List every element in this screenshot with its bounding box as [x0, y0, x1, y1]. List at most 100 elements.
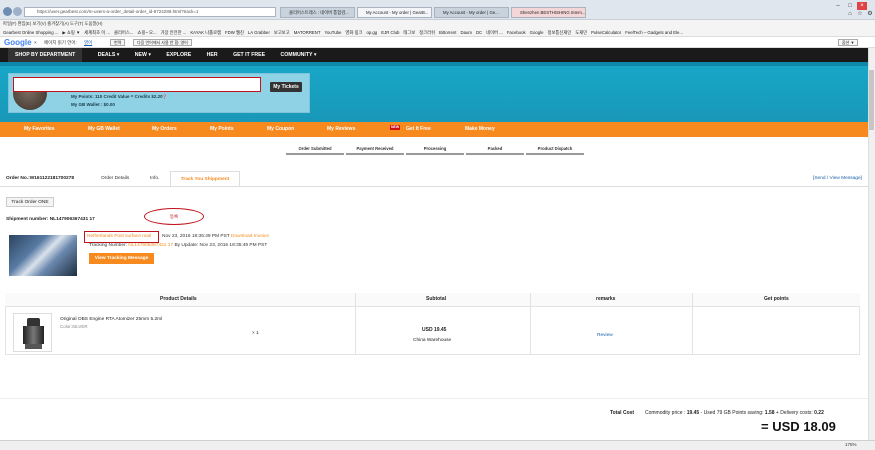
nav-her[interactable]: HER: [207, 52, 218, 58]
menu-bar[interactable]: 파일(F) 편집(E) 보기(V) 즐겨찾기(A) 도구(T) 도움말(H): [0, 20, 875, 28]
translate-close-icon[interactable]: ×: [34, 37, 37, 48]
view-tracking-message-button[interactable]: View Tracking Message: [89, 253, 154, 264]
favorite-item[interactable]: 가장 안전한 ...: [161, 30, 187, 35]
favorite-item[interactable]: LA Grabber: [248, 30, 270, 35]
zoom-level[interactable]: 175%: [845, 442, 857, 447]
settings-gear-icon[interactable]: ⚙: [865, 10, 875, 18]
banner-top-stripe: [0, 62, 875, 66]
shop-by-department-button[interactable]: SHOP BY DEPARTMENT: [8, 48, 83, 62]
favorite-item[interactable]: 네이버 ...: [486, 30, 503, 35]
carrier-link[interactable]: Netherlands Post surface mail: [84, 231, 159, 243]
favorite-item[interactable]: 쇼핑~ 오...: [137, 30, 156, 35]
header-remarks: remarks: [596, 296, 616, 302]
browser-tab-1[interactable]: 클리어스트레스 : 네이버 통합검...: [280, 7, 355, 18]
favorite-item[interactable]: Gearbest Online Shopping ...: [3, 30, 58, 35]
translate-options-button[interactable]: 옵션 ▼: [838, 39, 859, 46]
nav-explore[interactable]: EXPLORE: [166, 52, 191, 58]
favorites-bar[interactable]: Gearbest Online Shopping ... ▶ 쇼핑 ▼ 세계최초 이…: [0, 28, 875, 37]
favorite-item[interactable]: YouTube: [325, 30, 342, 35]
column-divider: [355, 293, 356, 355]
favorite-item[interactable]: FeelTech – Gadgets and Ele...: [625, 30, 683, 35]
tracking-update: By Update: Nov 23, 2016 18:35:49 PM PST: [174, 243, 268, 248]
favorite-item[interactable]: Google: [530, 30, 544, 35]
home-icon[interactable]: ⌂: [845, 10, 855, 18]
step-product-dispatch: Product Dispatch: [537, 146, 573, 151]
minimize-icon[interactable]: –: [833, 2, 843, 10]
tab-info[interactable]: Info.: [150, 176, 159, 181]
favorite-item[interactable]: EJR Club: [381, 30, 399, 35]
tab-order-details[interactable]: Order Details: [101, 176, 129, 181]
favorite-item[interactable]: DC: [476, 30, 482, 35]
language-select[interactable]: 영어: [84, 37, 92, 48]
favorite-item[interactable]: Facebook: [507, 30, 526, 35]
menu-my-orders[interactable]: My Orders: [152, 122, 177, 137]
back-button[interactable]: [3, 7, 12, 16]
menu-my-gb-wallet[interactable]: My GB Wallet: [88, 122, 120, 137]
favorite-item[interactable]: Bittorrent: [439, 30, 456, 35]
menu-get-it-free[interactable]: Get It Free: [406, 122, 431, 137]
step-packed: Packed: [487, 146, 503, 151]
scrollbar-thumb[interactable]: [869, 70, 874, 130]
nav-community[interactable]: COMMUNITY ▾: [281, 52, 317, 58]
favorite-item[interactable]: op.gg: [366, 30, 377, 35]
favorite-item[interactable]: 클리어스...: [114, 30, 133, 35]
product-color: Color:SILVER: [60, 324, 88, 329]
never-translate-button[interactable]: 다음 언어에서 사용 안 함: 영어: [133, 39, 192, 46]
favorite-item[interactable]: 도재민: [575, 30, 587, 35]
nav-new[interactable]: NEW ▾: [135, 52, 151, 58]
ship-date: Nov 23, 2016 18:35:49 PM PST: [162, 234, 230, 239]
menu-my-favorites[interactable]: My Favorites: [24, 122, 55, 137]
track-order-one-tab[interactable]: Track Order ONE: [6, 197, 54, 207]
favorite-item[interactable]: FDW 웹진: [225, 30, 244, 35]
step-bar-1: [286, 153, 344, 155]
favorite-item[interactable]: ▶ 쇼핑 ▼: [62, 30, 80, 35]
browser-tab-4[interactable]: Shenzhen BESTHISHING Intern...: [511, 7, 586, 18]
step-bar-5: [526, 153, 584, 155]
favorite-item[interactable]: PulseCalculator: [591, 30, 621, 35]
browser-tab-3[interactable]: My Account - My order | Ge...: [434, 7, 509, 18]
tracking-line: Tracking Number: NL147906367431 17 By Up…: [89, 243, 267, 248]
product-image[interactable]: [13, 313, 52, 352]
favorite-item[interactable]: 보고보고: [274, 30, 290, 35]
totals-divider: [0, 398, 875, 399]
menu-my-reviews[interactable]: My Reviews: [327, 122, 355, 137]
favorite-item[interactable]: KAYAK 나홀로캠: [190, 30, 221, 35]
address-bar[interactable]: https://user.gearbest.com/m-users-a-orde…: [24, 7, 276, 17]
wallet-line: My GB Wallet : $0.00: [71, 102, 115, 107]
favorite-item[interactable]: 세계최초 이 ...: [84, 30, 110, 35]
favorite-item[interactable]: 영화 링크: [345, 30, 362, 35]
tracking-number-link[interactable]: NL147906367431 17: [128, 243, 173, 248]
favorite-item[interactable]: 정크러쉬: [419, 30, 435, 35]
nav-get-it-free[interactable]: GET IT FREE: [233, 52, 265, 58]
nav-deals[interactable]: DEALS ▾: [98, 52, 120, 58]
favorite-item[interactable]: Daum: [460, 30, 471, 35]
help-icon[interactable]: ❓: [162, 94, 167, 99]
step-processing: Processing: [423, 146, 447, 151]
product-name[interactable]: Original OBS Engine RTA Atomizer 25mm 5.…: [60, 317, 162, 322]
translate-button[interactable]: 번역: [110, 39, 126, 46]
step-bar-2: [346, 153, 404, 155]
forward-button[interactable]: [13, 7, 22, 16]
column-divider: [530, 293, 531, 355]
send-view-message-link[interactable]: [Send / View Message]: [813, 176, 862, 181]
download-invoice-link[interactable]: Download Invoice: [231, 234, 269, 239]
favorite-item[interactable]: 태그보: [403, 30, 415, 35]
menu-make-money[interactable]: Make Money: [465, 122, 495, 137]
column-divider: [692, 293, 693, 355]
review-link[interactable]: Review: [597, 333, 613, 338]
translate-bar: Google × 페이지 읽기 언어: 영어 번역 다음 언어에서 사용 안 함…: [0, 37, 875, 48]
total-cost-label: Total Cost: [610, 410, 635, 416]
maximize-icon[interactable]: □: [845, 2, 855, 10]
favorite-item[interactable]: 정보통신재인: [548, 30, 572, 35]
favorites-star-icon[interactable]: ☆: [855, 10, 865, 18]
order-total: = USD 18.09: [761, 419, 836, 434]
favorite-item[interactable]: MATORRENT: [294, 30, 321, 35]
menu-my-coupon[interactable]: My Coupon: [267, 122, 294, 137]
menu-my-points[interactable]: My Points: [210, 122, 234, 137]
header-product-details: Product Details: [160, 296, 197, 302]
product-warehouse: China Warehouse: [413, 338, 452, 343]
close-icon[interactable]: ×: [857, 2, 867, 10]
my-tickets-button[interactable]: My Tickets: [270, 82, 302, 92]
tab-track-shipment[interactable]: Track You Shippment: [170, 171, 240, 186]
browser-tab-2[interactable]: My Account - My order | GearB...: [357, 7, 432, 18]
